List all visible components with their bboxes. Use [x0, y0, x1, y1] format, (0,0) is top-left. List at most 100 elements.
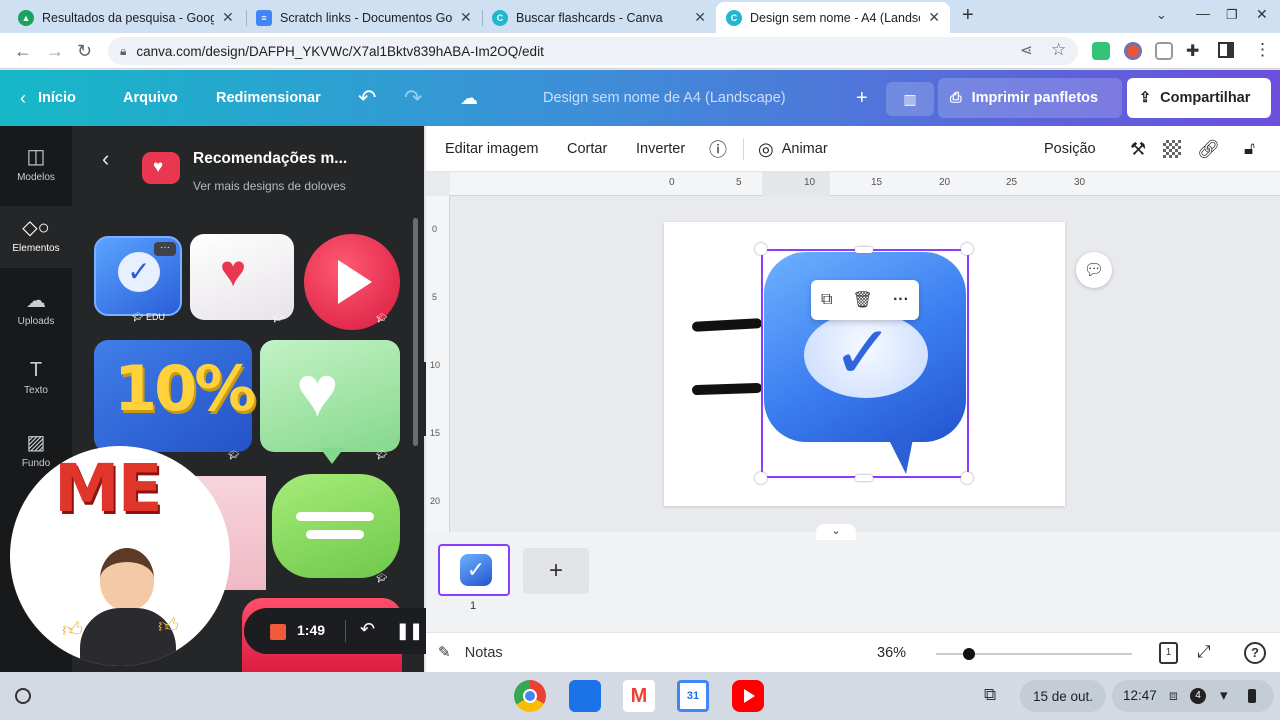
files-icon[interactable] [569, 680, 601, 712]
chevron-left-icon: ‹ [20, 87, 26, 108]
file-menu-button[interactable]: Arquivo [123, 70, 178, 126]
rail-item-elements[interactable]: ◇○ Elementos [0, 206, 72, 268]
back-chevron-icon[interactable]: ‹ [102, 146, 109, 172]
clipboard-icon[interactable]: ⧉ [984, 685, 996, 705]
ruler-tick: 15 [430, 428, 441, 438]
help-icon[interactable]: ? [1244, 642, 1266, 664]
close-icon[interactable]: ✕ [694, 9, 706, 26]
panel-scrollbar[interactable] [413, 218, 418, 446]
text-icon: T [29, 359, 43, 381]
forward-arrow-icon[interactable]: → [46, 41, 64, 62]
fullscreen-icon[interactable]: ⤢ [1197, 642, 1211, 662]
link-icon[interactable]: 🔗︎ [1197, 126, 1220, 172]
restore-icon[interactable]: ❐ [1226, 7, 1238, 23]
print-flyers-button[interactable]: ⎙ Imprimir panfletos [938, 78, 1122, 118]
rail-item-templates[interactable]: ◫ Modelos [0, 136, 72, 196]
transparency-icon[interactable] [1163, 140, 1181, 158]
back-arrow-icon[interactable]: ← [14, 41, 32, 62]
window-close-icon[interactable]: ✕ [1256, 6, 1268, 23]
document-title[interactable]: Design sem nome de A4 (Landscape) [543, 70, 786, 126]
home-button[interactable]: ‹ Início [20, 70, 76, 126]
redo-icon[interactable]: ↷ [404, 70, 422, 126]
minimize-icon[interactable]: — [1196, 5, 1210, 21]
chrome-icon[interactable] [514, 680, 546, 712]
share-icon[interactable]: ⋖ [1020, 41, 1033, 59]
extensions-puzzle-icon[interactable]: ✚ [1186, 41, 1199, 61]
element-thumb-green-chat[interactable] [272, 474, 400, 578]
page-count[interactable]: 1 [1159, 642, 1178, 664]
pause-icon[interactable]: ❚❚ [396, 621, 423, 641]
undo-icon[interactable]: ↶ [360, 619, 375, 640]
collapse-pages-chevron-icon[interactable]: ⌄ [816, 524, 856, 540]
element-thumb-checkmark-bubble[interactable]: ✓ ··· [94, 236, 182, 316]
notes-button[interactable]: ✎ Notas [438, 643, 503, 661]
element-thumb-ten-percent[interactable]: 10% [94, 340, 256, 452]
add-page-button[interactable]: + [523, 548, 589, 594]
duplicate-icon[interactable]: ⧉ [821, 291, 832, 309]
flip-button[interactable]: Inverter [636, 126, 685, 172]
zoom-slider-knob[interactable] [962, 648, 975, 660]
close-icon[interactable]: ✕ [928, 9, 940, 26]
stop-record-icon[interactable] [270, 624, 286, 640]
share-button[interactable]: ⇪ Compartilhar [1127, 78, 1271, 118]
address-bar[interactable]: 🔒︎ canva.com/design/DAFPH_YKVWc/X7al1Bkt… [108, 37, 1078, 65]
date-chip[interactable]: 15 de out. [1020, 680, 1106, 712]
menu-kebab-icon[interactable]: ⋮ [1254, 40, 1271, 60]
animate-button[interactable]: ◎ Animar [758, 126, 828, 172]
heart-icon: ♥ [220, 247, 247, 296]
close-icon[interactable]: ✕ [460, 9, 472, 26]
tab-canva-design[interactable]: C Design sem nome - A4 (Landscap ✕ [716, 2, 950, 33]
bookmark-star-icon[interactable]: ☆ [1051, 40, 1066, 60]
resize-button[interactable]: Redimensionar [216, 70, 321, 126]
crop-button[interactable]: Cortar [567, 126, 607, 172]
panel-subtitle[interactable]: Ver mais designs de doloves [193, 179, 346, 193]
resize-handle[interactable] [961, 243, 973, 255]
resize-handle[interactable] [855, 475, 873, 481]
edit-image-button[interactable]: Editar imagem [445, 126, 538, 172]
trash-icon[interactable]: 🗑︎ [853, 290, 873, 310]
pencil-icon: ✎ [438, 644, 451, 661]
zoom-level[interactable]: 36% [877, 645, 906, 661]
info-icon[interactable]: ⓘ [709, 126, 727, 172]
close-icon[interactable]: ✕ [222, 9, 234, 26]
resize-handle[interactable] [855, 247, 873, 253]
position-button[interactable]: Posição [1044, 126, 1096, 172]
resize-handle[interactable] [755, 243, 767, 255]
clock: 12:47 [1123, 688, 1157, 703]
add-comment-button[interactable]: 💬︎ [1076, 252, 1112, 288]
new-tab-plus-icon[interactable]: + [962, 4, 974, 27]
rail-item-uploads[interactable]: ☁ Uploads [0, 280, 72, 340]
extension-color-icon[interactable] [1124, 42, 1142, 60]
paint-roller-icon[interactable]: ⚒ [1130, 126, 1146, 172]
design-page[interactable]: ✓ ⧉ 🗑︎ ··· [664, 222, 1065, 506]
launcher-icon[interactable] [15, 688, 31, 704]
system-tray[interactable]: 12:47 ⧈ 4 ▾ [1112, 680, 1274, 712]
extension-grid-icon[interactable] [1155, 42, 1173, 60]
page-thumbnail[interactable]: ✓ [438, 544, 510, 596]
lock-icon[interactable]: 🔓︎ [1244, 126, 1255, 172]
gmail-icon[interactable]: M [623, 680, 655, 712]
elements-icon: ◇○ [22, 217, 50, 239]
rail-item-text[interactable]: T Texto [0, 351, 72, 411]
tab-search-chevron-icon[interactable]: ⌄ [1156, 7, 1167, 23]
element-thumb-heart-green-bubble[interactable]: ♥ [260, 340, 400, 452]
more-options-icon[interactable]: ··· [154, 242, 176, 256]
calendar-icon[interactable]: 31 [677, 680, 709, 712]
resize-handle[interactable] [755, 472, 767, 484]
tab-google-results[interactable]: ▲ Resultados da pesquisa - Google ✕ [8, 2, 244, 33]
thumbs-up-icon: 👍︎ [62, 619, 83, 641]
more-options-icon[interactable]: ··· [893, 291, 909, 309]
tab-canva-flashcards[interactable]: C Buscar flashcards - Canva ✕ [482, 2, 716, 33]
add-collaborator-plus-icon[interactable]: + [856, 70, 868, 126]
insights-chart-button[interactable]: ▥ [886, 82, 934, 116]
resize-handle[interactable] [961, 472, 973, 484]
tab-title: Resultados da pesquisa - Google [42, 10, 214, 25]
element-thumb-heart-speech[interactable]: ♥ [190, 234, 294, 320]
side-panel-icon[interactable] [1218, 42, 1234, 58]
tab-scratch-links[interactable]: ≡ Scratch links - Documentos Goo ✕ [246, 2, 482, 33]
undo-icon[interactable]: ↶ [358, 70, 376, 126]
youtube-icon[interactable] [732, 680, 764, 712]
browser-toolbar: ← → ↻ 🔒︎ canva.com/design/DAFPH_YKVWc/X7… [0, 33, 1280, 69]
extension-green-icon[interactable] [1092, 42, 1110, 60]
reload-icon[interactable]: ↻ [77, 41, 92, 62]
